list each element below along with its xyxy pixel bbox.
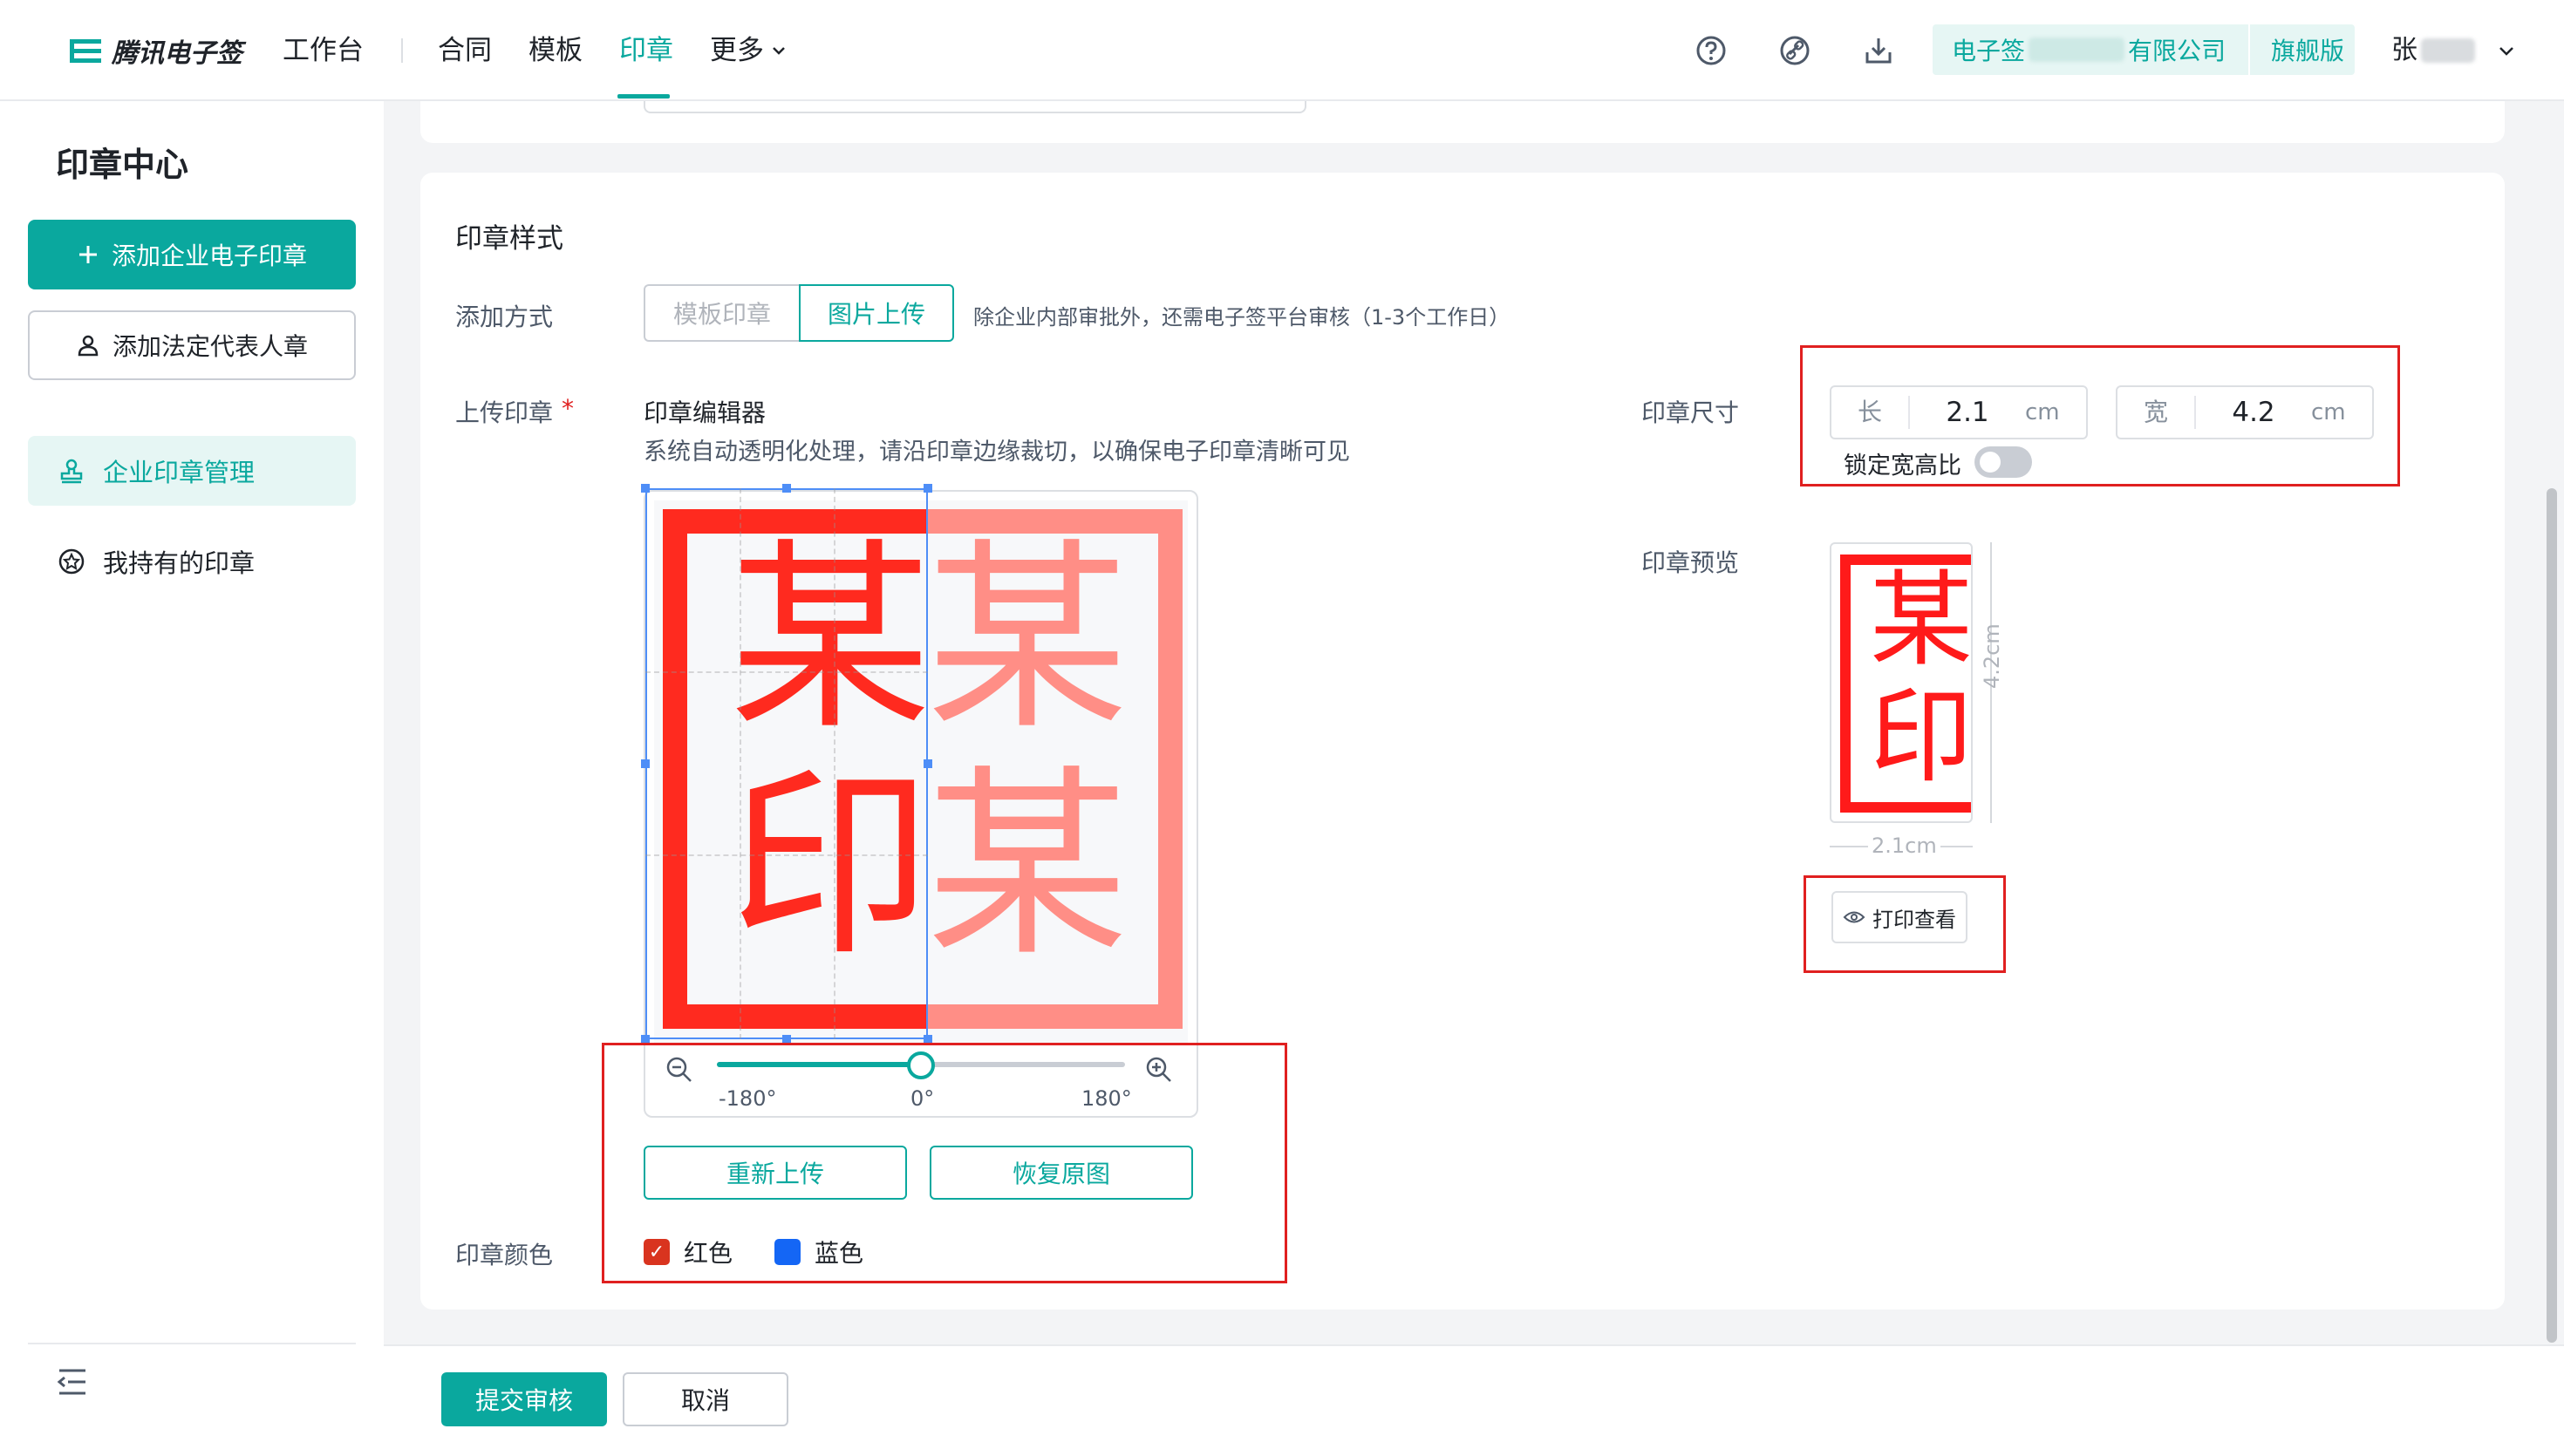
seal-preview-image: 某 印: [1830, 542, 1973, 823]
sidebar-item-company-seals[interactable]: 企业印章管理: [28, 436, 356, 506]
add-method-note: 除企业内部审批外，还需电子签平台审核（1-3个工作日）: [973, 305, 1510, 330]
brand-name: 腾讯电子签: [112, 38, 242, 69]
brand-logo[interactable]: 腾讯电子签: [68, 31, 242, 70]
chevron-down-icon: [2499, 47, 2513, 56]
preview-char-top: 某: [1870, 560, 1973, 680]
crop-grid-line: [740, 488, 741, 1039]
crop-handle[interactable]: [641, 484, 650, 493]
highlight-box-editor-controls: [602, 1043, 1287, 1283]
add-company-seal-label: 添加企业电子印章: [111, 242, 307, 270]
company-name-suffix: 有限公司: [2128, 37, 2226, 65]
crop-grid-line: [645, 671, 928, 673]
submit-review-button[interactable]: 提交审核: [441, 1372, 607, 1426]
main-scrollbar[interactable]: [2547, 488, 2557, 1343]
add-legal-seal-label: 添加法定代表人章: [112, 332, 308, 361]
crop-grid-line: [645, 854, 928, 856]
nav-workbench[interactable]: 工作台: [283, 31, 364, 70]
nav-active-indicator: [617, 94, 670, 99]
add-method-upload-option[interactable]: 图片上传: [799, 284, 954, 342]
seal-length-input[interactable]: 长 2.1 cm: [1830, 385, 2088, 439]
user-menu[interactable]: 张: [2391, 31, 2517, 70]
crop-selection-box[interactable]: [645, 488, 928, 1039]
crop-handle[interactable]: [924, 759, 932, 768]
previous-input-edge: [644, 101, 1306, 113]
chevron-down-icon: [773, 47, 785, 55]
print-preview-button[interactable]: 打印查看: [1831, 891, 1967, 943]
seal-char-right-bottom: 某: [926, 748, 1129, 983]
lock-ratio-toggle-knob: [1980, 452, 2001, 473]
eye-icon: [1843, 911, 1865, 923]
editor-title: 印章编辑器: [644, 398, 767, 427]
help-icon[interactable]: [1694, 33, 1729, 68]
add-method-segmented-control[interactable]: 模板印章 图片上传: [644, 284, 954, 342]
collapse-menu-icon[interactable]: [56, 1367, 89, 1397]
width-unit: cm: [2311, 399, 2346, 425]
user-name: 张: [2391, 35, 2417, 65]
seal-width-input[interactable]: 宽 4.2 cm: [2116, 385, 2374, 439]
nav-divider: [401, 38, 403, 63]
seal-stamp-icon: [60, 459, 83, 484]
sidebar-item-label: 企业印章管理: [103, 458, 256, 487]
star-badge-icon: [58, 548, 85, 575]
length-unit: cm: [2025, 399, 2060, 425]
nav-more[interactable]: 更多: [710, 31, 788, 70]
company-name-redacted: [2029, 37, 2125, 62]
print-preview-label: 打印查看: [1872, 907, 1956, 932]
sidebar-item-my-seals[interactable]: 我持有的印章: [28, 527, 356, 596]
seal-size-label: 印章尺寸: [1641, 398, 1740, 427]
sidebar-divider: [28, 1343, 356, 1344]
download-icon[interactable]: [1861, 33, 1896, 68]
upload-seal-label-text: 上传印章: [455, 398, 554, 427]
required-mark: *: [562, 394, 575, 423]
crop-handle[interactable]: [924, 484, 932, 493]
crop-handle[interactable]: [782, 484, 791, 493]
sidebar-item-label: 我持有的印章: [103, 548, 256, 578]
preview-char-bottom: 印: [1870, 677, 1973, 797]
plus-icon: [78, 246, 97, 263]
sidebar-title: 印章中心: [56, 146, 189, 184]
company-tier-badge: 旗舰版: [2271, 37, 2345, 65]
add-method-template-option[interactable]: 模板印章: [644, 284, 799, 342]
section-title: 印章样式: [455, 223, 563, 255]
lock-ratio-label: 锁定宽高比: [1844, 452, 1961, 480]
cancel-button[interactable]: 取消: [623, 1372, 788, 1426]
brand-logo-icon: [70, 39, 101, 63]
person-icon: [78, 335, 99, 357]
sidebar: [0, 101, 384, 1456]
length-prefix: 长: [1831, 396, 1910, 429]
nav-contract[interactable]: 合同: [438, 31, 492, 70]
seal-char-right-top: 某: [926, 521, 1129, 757]
seal-preview-label: 印章预览: [1641, 548, 1740, 577]
upload-seal-label: 上传印章 *: [455, 394, 574, 429]
crop-grid-line: [834, 488, 835, 1039]
editor-description: 系统自动透明化处理，请沿印章边缘裁切，以确保电子印章清晰可见: [644, 439, 1350, 466]
company-name-prefix: 电子签: [1952, 37, 2026, 65]
seal-color-label: 印章颜色: [455, 1241, 554, 1269]
nav-seal[interactable]: 印章: [619, 31, 673, 70]
width-prefix: 宽: [2117, 396, 2196, 429]
user-name-redacted: [2421, 38, 2475, 63]
length-value: 2.1: [1946, 397, 1989, 428]
nav-more-label: 更多: [710, 35, 764, 66]
preview-height-text: 4.2cm: [1980, 623, 2004, 689]
company-switcher[interactable]: 电子签 有限公司 旗舰版: [1933, 24, 2355, 75]
nav-template[interactable]: 模板: [528, 31, 583, 70]
add-company-seal-button[interactable]: 添加企业电子印章: [28, 220, 356, 289]
width-value: 4.2: [2232, 397, 2275, 428]
preview-width-label: 2.1cm: [1868, 833, 1940, 858]
crop-handle[interactable]: [641, 759, 650, 768]
add-method-label: 添加方式: [455, 303, 554, 331]
link-icon[interactable]: [1777, 33, 1812, 68]
add-legal-seal-button[interactable]: 添加法定代表人章: [28, 310, 356, 380]
